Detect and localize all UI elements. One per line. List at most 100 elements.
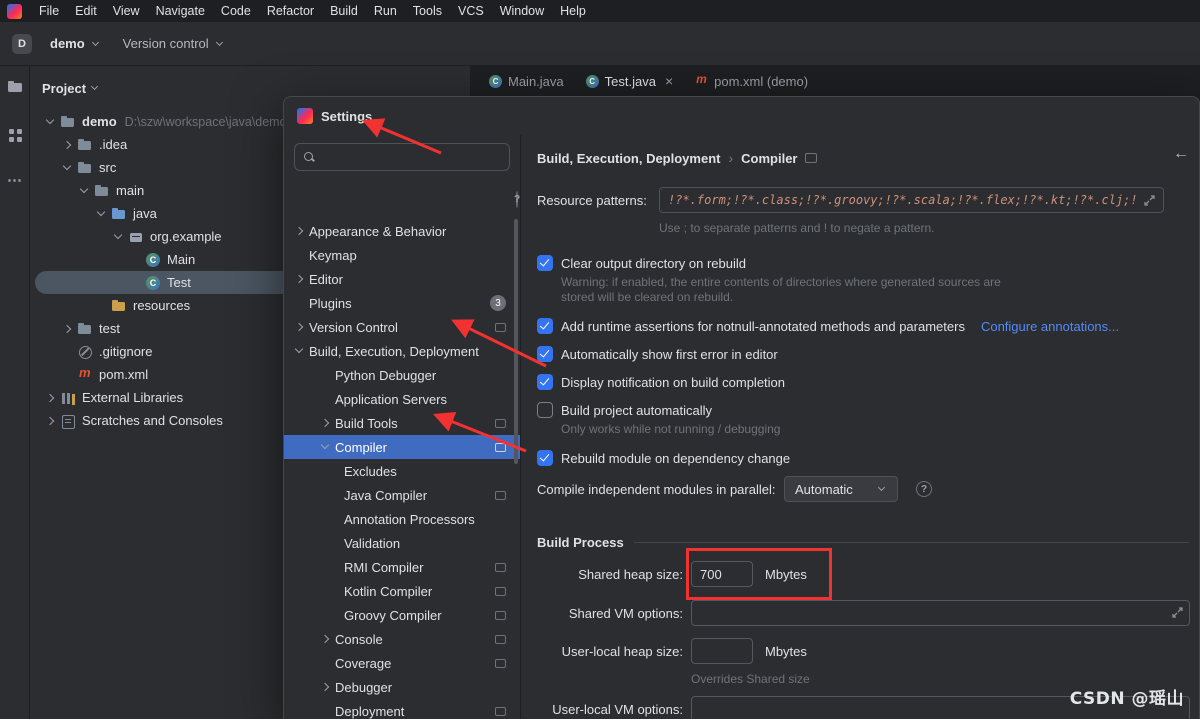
settings-item-python-debugger[interactable]: Python Debugger xyxy=(284,363,520,387)
shared-vm-input[interactable] xyxy=(691,600,1190,626)
settings-item-groovy-compiler[interactable]: Groovy Compiler xyxy=(284,603,520,627)
chevron-down-icon[interactable] xyxy=(293,345,305,357)
expand-field-icon[interactable] xyxy=(1172,607,1183,618)
chevron-spacer xyxy=(328,537,340,549)
tool-window-strip: ⋯ xyxy=(0,66,30,719)
settings-item-debugger[interactable]: Debugger xyxy=(284,675,520,699)
chevron-right-icon[interactable] xyxy=(293,273,305,285)
settings-search-box[interactable] xyxy=(294,143,510,171)
menu-item-vcs[interactable]: VCS xyxy=(450,4,492,18)
settings-content: Build, Execution, Deployment › Compiler … xyxy=(522,135,1199,719)
watermark: CSDN @瑶山 xyxy=(1070,684,1184,709)
menu-item-file[interactable]: File xyxy=(31,4,67,18)
resources-folder-icon xyxy=(111,298,127,314)
menubar: File Edit View Navigate Code Refactor Bu… xyxy=(0,0,1200,22)
settings-item-appearance-behavior[interactable]: Appearance & Behavior xyxy=(284,219,520,243)
close-icon[interactable]: × xyxy=(665,73,673,89)
user-vm-label: User-local VM options: xyxy=(537,702,683,717)
menu-item-refactor[interactable]: Refactor xyxy=(259,4,322,18)
chevron-right-icon[interactable] xyxy=(61,139,73,151)
settings-item-annotation-processors[interactable]: Annotation Processors xyxy=(284,507,520,531)
breadcrumb-parent[interactable]: Build, Execution, Deployment xyxy=(537,151,720,166)
menu-item-code[interactable]: Code xyxy=(213,4,259,18)
settings-item-validation[interactable]: Validation xyxy=(284,531,520,555)
chevron-right-icon[interactable] xyxy=(293,225,305,237)
tab-pom-xml[interactable]: pom.xml (demo) xyxy=(684,66,819,96)
project-tool-window-icon[interactable] xyxy=(6,78,24,96)
chevron-right-icon[interactable] xyxy=(293,321,305,333)
chevron-down-icon[interactable] xyxy=(78,185,90,197)
project-panel-title: Project xyxy=(42,81,86,96)
settings-item-keymap[interactable]: Keymap xyxy=(284,243,520,267)
settings-item-compiler[interactable]: Compiler xyxy=(284,435,520,459)
menu-item-view[interactable]: View xyxy=(105,4,148,18)
settings-item-kotlin-compiler[interactable]: Kotlin Compiler xyxy=(284,579,520,603)
settings-item-plugins[interactable]: Plugins 3 xyxy=(284,291,520,315)
folder-icon xyxy=(77,137,93,153)
menu-item-build[interactable]: Build xyxy=(322,4,366,18)
structure-tool-window-icon[interactable] xyxy=(6,126,24,144)
checkbox-build-automatically[interactable]: Build project automatically xyxy=(537,400,712,420)
chevron-down-icon[interactable] xyxy=(95,208,107,220)
source-folder-icon xyxy=(111,206,127,222)
project-config-icon xyxy=(495,323,506,332)
expand-field-icon[interactable] xyxy=(1144,195,1155,206)
settings-item-version-control[interactable]: Version Control xyxy=(284,315,520,339)
checkbox-show-first-error[interactable]: Automatically show first error in editor xyxy=(537,344,778,364)
checkbox-build-notification[interactable]: Display notification on build completion xyxy=(537,372,785,392)
chevron-down-icon[interactable] xyxy=(61,162,73,174)
chevron-down-icon[interactable] xyxy=(319,441,331,453)
project-config-icon xyxy=(495,611,506,620)
settings-item-application-servers[interactable]: Application Servers xyxy=(284,387,520,411)
chevron-right-icon[interactable] xyxy=(61,323,73,335)
more-tool-windows-icon[interactable]: ⋯ xyxy=(6,174,24,192)
checkbox-clear-output[interactable]: Clear output directory on rebuild xyxy=(537,253,746,273)
settings-dialog-header[interactable]: Settings xyxy=(284,97,1199,135)
chevron-right-icon[interactable] xyxy=(44,415,56,427)
breadcrumb-menu-icon[interactable] xyxy=(805,153,817,163)
tree-scrollbar[interactable] xyxy=(514,219,518,464)
chevron-right-icon[interactable] xyxy=(319,417,331,429)
chevron-down-icon[interactable] xyxy=(112,231,124,243)
checkbox-rebuild-on-dependency-change[interactable]: Rebuild module on dependency change xyxy=(537,448,790,468)
help-icon[interactable] xyxy=(916,481,932,497)
settings-item-excludes[interactable]: Excludes xyxy=(284,459,520,483)
project-config-icon xyxy=(495,707,506,716)
chevron-down-icon[interactable] xyxy=(44,116,56,128)
vcs-widget[interactable]: Version control xyxy=(114,32,238,55)
settings-item-rmi-compiler[interactable]: RMI Compiler xyxy=(284,555,520,579)
parallel-compile-dropdown[interactable]: Automatic xyxy=(784,476,898,502)
user-heap-input[interactable] xyxy=(691,638,753,664)
user-heap-hint: Overrides Shared size xyxy=(691,672,810,687)
help-icon[interactable] xyxy=(516,191,518,208)
maven-icon xyxy=(695,75,708,88)
resource-patterns-field[interactable]: !?*.form;!?*.class;!?*.groovy;!?*.scala;… xyxy=(659,187,1164,213)
tab-main-java[interactable]: Main.java xyxy=(478,66,575,96)
tab-test-java[interactable]: Test.java × xyxy=(575,66,685,96)
configure-annotations-link[interactable]: Configure annotations... xyxy=(981,319,1119,334)
project-path: D:\szw\workspace\java\demo xyxy=(125,115,287,129)
menu-item-edit[interactable]: Edit xyxy=(67,4,105,18)
project-widget[interactable]: demo xyxy=(41,32,114,55)
settings-nav-pane: Appearance & Behavior Keymap Editor Plug… xyxy=(284,135,521,719)
chevron-right-icon[interactable] xyxy=(44,392,56,404)
settings-item-build-tools[interactable]: Build Tools xyxy=(284,411,520,435)
project-config-icon xyxy=(495,659,506,668)
menu-item-run[interactable]: Run xyxy=(366,4,405,18)
settings-item-console[interactable]: Console xyxy=(284,627,520,651)
settings-search-input[interactable] xyxy=(321,150,501,165)
menu-item-help[interactable]: Help xyxy=(552,4,594,18)
menu-item-tools[interactable]: Tools xyxy=(405,4,450,18)
settings-item-editor[interactable]: Editor xyxy=(284,267,520,291)
menu-item-navigate[interactable]: Navigate xyxy=(148,4,213,18)
settings-item-coverage[interactable]: Coverage xyxy=(284,651,520,675)
settings-item-build-execution-deployment[interactable]: Build, Execution, Deployment xyxy=(284,339,520,363)
settings-item-deployment[interactable]: Deployment xyxy=(284,699,520,719)
chevron-right-icon[interactable] xyxy=(319,633,331,645)
settings-item-java-compiler[interactable]: Java Compiler xyxy=(284,483,520,507)
user-heap-unit: Mbytes xyxy=(765,644,807,659)
menu-item-window[interactable]: Window xyxy=(492,4,552,18)
checkbox-runtime-assertions[interactable]: Add runtime assertions for notnull-annot… xyxy=(537,316,1119,336)
back-arrow-icon[interactable]: ← xyxy=(1173,145,1189,163)
chevron-right-icon[interactable] xyxy=(319,681,331,693)
